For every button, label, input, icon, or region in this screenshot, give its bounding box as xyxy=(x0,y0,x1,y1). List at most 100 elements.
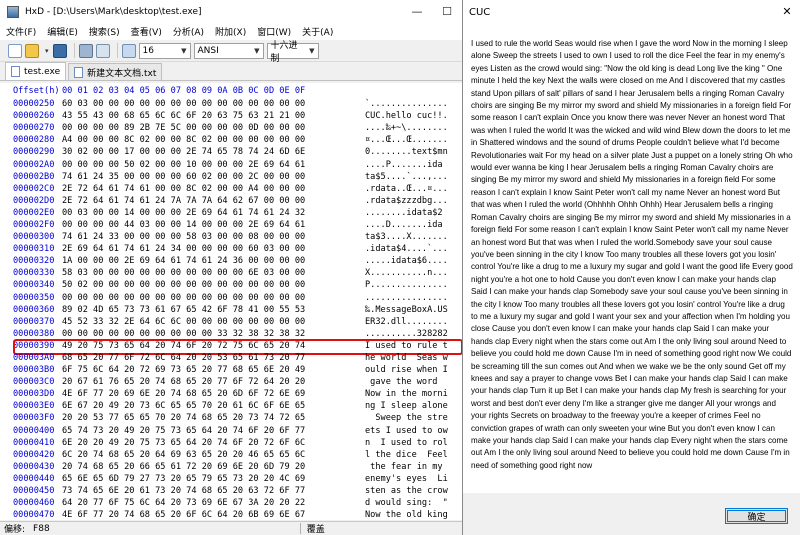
hex-row[interactable]: 000003B0 6F 75 6C 64 20 72 69 73 65 20 77… xyxy=(0,364,462,376)
hex-row[interactable]: 000002A0 00 00 00 00 50 02 00 00 10 00 00… xyxy=(0,158,462,170)
save-all-icon[interactable] xyxy=(78,43,93,58)
hex-row[interactable]: 00000410 6E 20 20 49 20 75 73 65 64 20 74… xyxy=(0,437,462,449)
minimize-icon[interactable]: — xyxy=(402,0,432,23)
hex-offset: 000002B0 xyxy=(13,171,55,182)
hex-row[interactable]: 00000320 1A 00 00 00 2E 69 64 61 74 61 24… xyxy=(0,255,462,267)
hex-row[interactable]: 00000250 60 03 00 00 00 00 00 00 00 00 00… xyxy=(0,98,462,110)
hex-offset: 00000330 xyxy=(13,268,55,279)
ascii-text: ....‰+~\........ xyxy=(365,123,448,134)
display-mode-select[interactable]: 十六进制 ▼ xyxy=(266,41,319,64)
tab-new-text-document[interactable]: 新建文本文档.txt xyxy=(68,63,163,80)
hex-editor-view[interactable]: Offset(h) 00 01 02 03 04 05 06 07 08 09 … xyxy=(0,83,462,520)
ascii-text: 0........text$mn xyxy=(365,147,448,158)
menu-window[interactable]: 窗口(W) xyxy=(257,25,291,38)
menu-search[interactable]: 搜索(S) xyxy=(89,25,120,38)
hex-offset: 000003D0 xyxy=(13,389,55,400)
hex-offset: 00000380 xyxy=(13,328,55,339)
hex-row[interactable]: 00000280 A4 00 00 00 8C 02 00 00 8C 02 00… xyxy=(0,134,462,146)
bytes-per-row-select[interactable]: 16 ▼ xyxy=(138,42,191,59)
message-box-footer: 确定 xyxy=(463,493,800,535)
open-dropdown-icon[interactable]: ▾ xyxy=(45,47,49,55)
hex-row[interactable]: 000002C0 2E 72 64 61 74 61 00 00 8C 02 00… xyxy=(0,183,462,195)
menu-view[interactable]: 查看(V) xyxy=(131,25,162,38)
tab-test-exe[interactable]: test.exe xyxy=(5,62,67,80)
hex-offset: 000003E0 xyxy=(13,401,55,412)
hex-row[interactable]: 000003D0 4E 6F 77 20 69 6E 20 74 68 65 20… xyxy=(0,388,462,400)
new-file-icon[interactable] xyxy=(8,43,22,58)
hex-row[interactable]: 000002D0 2E 72 64 61 74 61 24 7A 7A 7A 64… xyxy=(0,195,462,207)
hex-row[interactable]: 00000400 65 74 73 20 49 20 75 73 65 64 20… xyxy=(0,425,462,437)
ascii-text: ng I sleep alone xyxy=(365,401,448,412)
hex-row[interactable]: 00000450 73 74 65 6E 20 61 73 20 74 68 65… xyxy=(0,485,462,497)
open-folder-icon[interactable] xyxy=(25,43,39,58)
hex-row[interactable]: 000002E0 00 03 00 00 14 00 00 00 2E 69 64… xyxy=(0,207,462,219)
hxd-titlebar[interactable]: HxD - [D:\Users\Mark\desktop\test.exe] —… xyxy=(0,0,462,23)
hex-header: Offset(h) 00 01 02 03 04 05 06 07 08 09 … xyxy=(0,83,462,98)
ascii-text: d would sing: " xyxy=(365,498,448,509)
close-file-icon[interactable] xyxy=(95,43,110,58)
hex-row[interactable]: 00000300 74 61 24 33 00 00 00 00 58 03 00… xyxy=(0,231,462,243)
message-box-title[interactable]: CUC xyxy=(463,0,800,24)
hex-offset: 000003C0 xyxy=(13,377,55,388)
hex-row[interactable]: 00000470 4E 6F 77 20 74 68 65 20 6F 6C 64… xyxy=(0,509,462,520)
menu-file[interactable]: 文件(F) xyxy=(6,25,36,38)
hex-row[interactable]: 00000290 30 02 00 00 17 00 00 00 2E 74 65… xyxy=(0,146,462,158)
save-icon[interactable] xyxy=(52,43,67,58)
hex-row[interactable]: 000003A0 68 65 20 77 6F 72 6C 64 20 20 53… xyxy=(0,352,462,364)
hex-row[interactable]: 000002B0 74 61 24 35 00 00 00 00 60 02 00… xyxy=(0,171,462,183)
hex-offset: 000003F0 xyxy=(13,413,55,424)
ascii-text: `............... xyxy=(365,99,448,110)
menu-edit[interactable]: 编辑(E) xyxy=(47,25,78,38)
hex-bytes: 68 65 20 77 6F 72 6C 64 20 20 53 65 61 7… xyxy=(62,353,306,364)
menu-analysis[interactable]: 分析(A) xyxy=(173,25,204,38)
maximize-icon[interactable]: ☐ xyxy=(432,0,462,23)
ascii-text: I used to rule t xyxy=(365,340,448,351)
bytes-per-row-value: 16 xyxy=(142,45,154,56)
hex-row[interactable]: 00000260 43 55 43 00 68 65 6C 6C 6F 20 63… xyxy=(0,110,462,122)
hex-bytes: 20 20 53 77 65 65 70 20 74 68 65 20 73 7… xyxy=(62,413,306,424)
ascii-text: the fear in my xyxy=(365,461,448,472)
hex-row[interactable]: 000003E0 6E 67 20 49 20 73 6C 65 65 70 20… xyxy=(0,400,462,412)
ascii-text: gave the word xyxy=(365,377,448,388)
hex-offset: 00000270 xyxy=(13,123,55,134)
menu-about[interactable]: 关于(A) xyxy=(302,25,333,38)
hex-row-highlighted[interactable]: 00000390 49 20 75 73 65 64 20 74 6F 20 72… xyxy=(0,338,462,355)
hex-offset: 000002C0 xyxy=(13,183,55,194)
hex-bytes: 2E 72 64 61 74 61 24 7A 7A 7A 64 62 67 0… xyxy=(62,195,306,206)
hex-offset: 00000450 xyxy=(13,486,55,497)
hex-row[interactable]: 000002F0 00 00 00 00 44 03 00 00 14 00 00… xyxy=(0,219,462,231)
hex-row[interactable]: 000003C0 20 67 61 76 65 20 74 68 65 20 77… xyxy=(0,376,462,388)
hex-offset: 00000260 xyxy=(13,111,55,122)
hex-bytes: 00 00 00 00 50 02 00 00 10 00 00 00 2E 6… xyxy=(62,159,306,170)
hex-row[interactable]: 00000370 45 52 33 32 2E 64 6C 6C 00 00 00… xyxy=(0,316,462,328)
status-offset-value: F88 xyxy=(33,523,50,534)
hex-row[interactable]: 00000330 58 03 00 00 00 00 00 00 00 00 00… xyxy=(0,267,462,279)
hex-offset: 00000360 xyxy=(13,304,55,315)
hex-row[interactable]: 00000270 00 00 00 00 89 2B 7E 5C 00 00 00… xyxy=(0,122,462,134)
close-icon[interactable]: ✕ xyxy=(774,0,800,22)
hex-row[interactable]: 00000360 89 02 4D 65 73 73 61 67 65 42 6F… xyxy=(0,304,462,316)
hex-row[interactable]: 000003F0 20 20 53 77 65 65 70 20 74 68 65… xyxy=(0,412,462,424)
ascii-text: Sweep the stre xyxy=(365,413,448,424)
hex-bytes: 45 52 33 32 2E 64 6C 6C 00 00 00 00 00 0… xyxy=(62,316,306,327)
hex-row[interactable]: 00000350 00 00 00 00 00 00 00 00 00 00 00… xyxy=(0,292,462,304)
hex-row[interactable]: 00000420 6C 20 74 68 65 20 64 69 63 65 20… xyxy=(0,449,462,461)
hex-offset: 00000310 xyxy=(13,244,55,255)
hex-row[interactable]: 00000380 00 00 00 00 00 00 00 00 00 00 33… xyxy=(0,328,462,340)
hxd-tabs: test.exe 新建文本文档.txt xyxy=(0,62,462,81)
status-separator xyxy=(299,523,301,534)
hex-row[interactable]: 00000440 65 6E 65 6D 79 27 73 20 65 79 65… xyxy=(0,473,462,485)
charset-select[interactable]: ANSI ▼ xyxy=(193,42,264,59)
hex-row[interactable]: 00000310 2E 69 64 61 74 61 24 34 00 00 00… xyxy=(0,243,462,255)
toolbar-separator xyxy=(73,43,75,58)
document-icon xyxy=(74,66,84,78)
column-header: 00 01 02 03 04 05 06 07 08 09 0A 0B 0C 0… xyxy=(62,85,306,96)
hex-row[interactable]: 00000340 50 02 00 00 00 00 00 00 00 00 00… xyxy=(0,279,462,291)
menu-extras[interactable]: 附加(X) xyxy=(215,25,246,38)
hex-row[interactable]: 00000460 64 20 77 6F 75 6C 64 20 73 69 6E… xyxy=(0,497,462,509)
hex-offset: 000002D0 xyxy=(13,195,55,206)
hex-row[interactable]: 00000430 20 74 68 65 20 66 65 61 72 20 69… xyxy=(0,461,462,473)
ok-button[interactable]: 确定 xyxy=(725,508,788,524)
hxd-window-title: HxD - [D:\Users\Mark\desktop\test.exe] xyxy=(25,6,202,17)
hex-offset: 00000290 xyxy=(13,147,55,158)
